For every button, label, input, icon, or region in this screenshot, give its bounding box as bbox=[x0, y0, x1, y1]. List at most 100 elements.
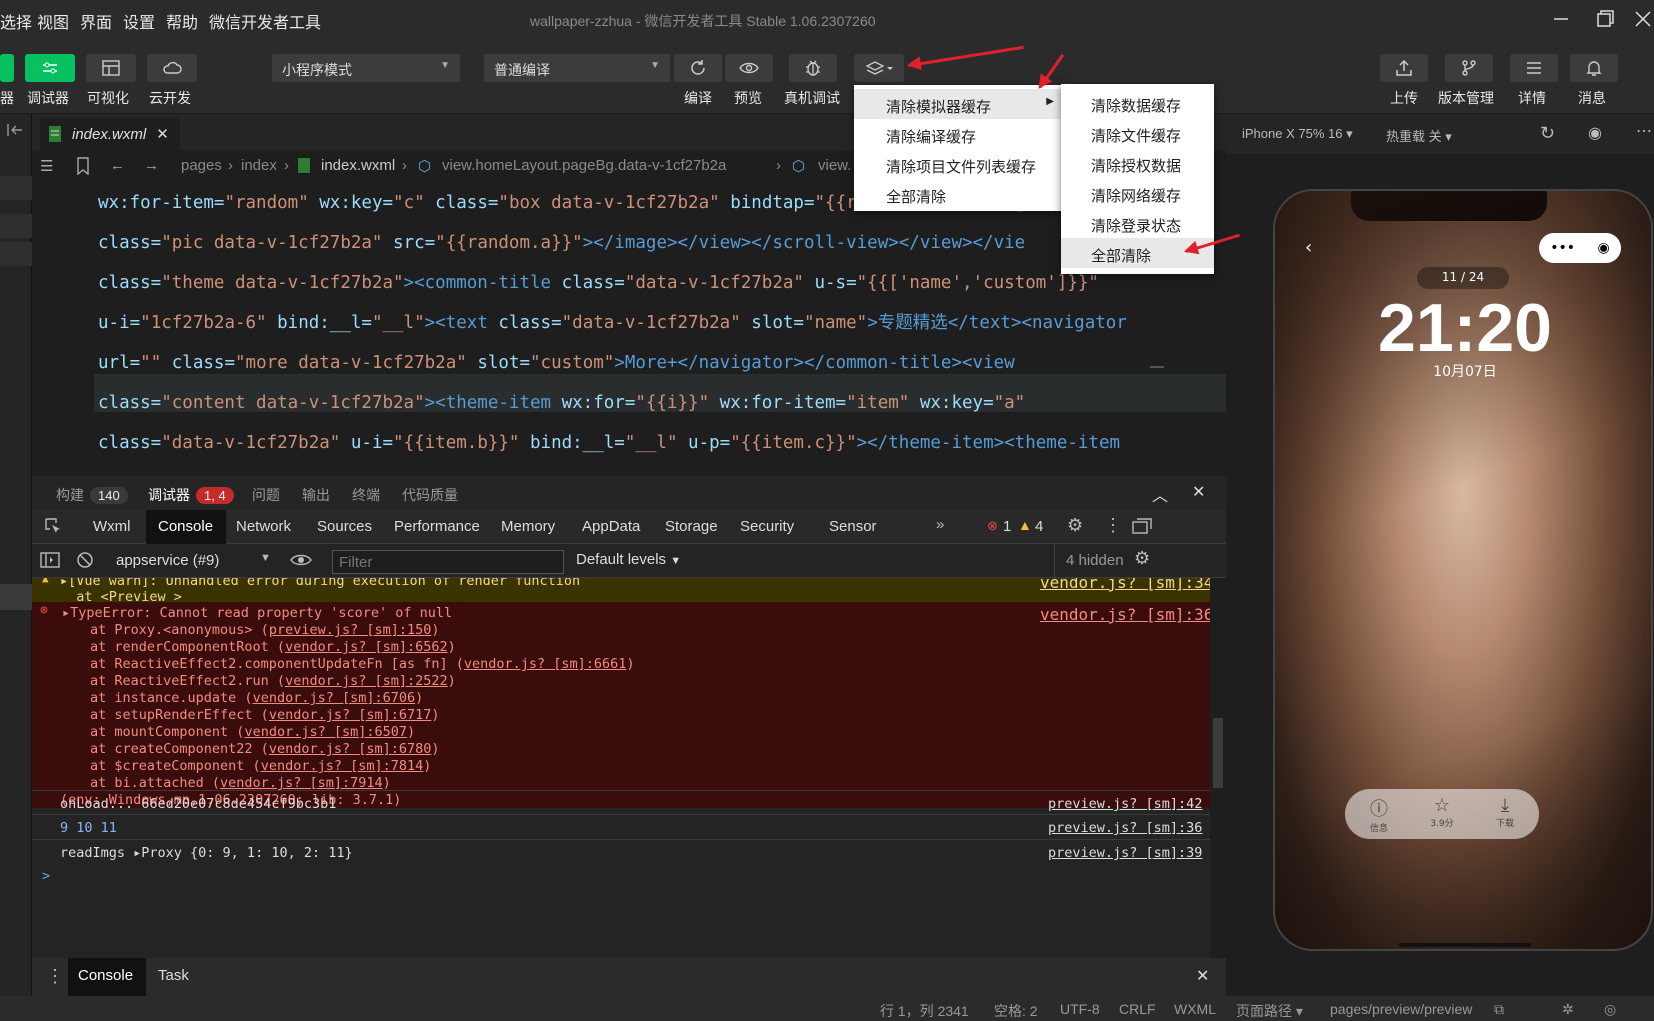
debugger-toggle-button[interactable] bbox=[25, 54, 75, 82]
inspect-icon[interactable] bbox=[44, 517, 62, 535]
console-prompt[interactable]: > bbox=[42, 868, 1220, 884]
submenu-clear-network-cache[interactable]: 清除网络缓存 bbox=[1061, 178, 1214, 208]
console-settings-gear-icon[interactable]: ⚙ bbox=[1134, 548, 1150, 569]
stop-icon[interactable]: ◉ bbox=[1588, 123, 1602, 143]
devtools-tab-sources[interactable]: Sources bbox=[317, 518, 372, 535]
log-levels-select[interactable]: Default levels ▼ bbox=[576, 551, 681, 568]
stack-source-link[interactable]: vendor.js? [sm]:6661 bbox=[464, 656, 627, 672]
warn-count[interactable]: 4 bbox=[1035, 518, 1043, 535]
close-tab-icon[interactable]: ✕ bbox=[156, 125, 169, 143]
language-mode[interactable]: WXML bbox=[1174, 1001, 1216, 1017]
activity-item[interactable] bbox=[0, 176, 32, 200]
submenu-clear-data-cache[interactable]: 清除数据缓存 bbox=[1061, 88, 1214, 118]
upload-button[interactable] bbox=[1380, 54, 1428, 82]
stack-source-link[interactable]: vendor.js? [sm]:7814 bbox=[261, 758, 424, 774]
context-select[interactable]: appservice (#9) bbox=[116, 552, 219, 569]
menu-clear-all[interactable]: 全部清除 bbox=[854, 179, 1062, 209]
menu-clear-simulator-cache[interactable]: 清除模拟器缓存 ▶ bbox=[854, 89, 1062, 119]
crumb-file[interactable]: index.wxml bbox=[321, 157, 395, 174]
activity-item[interactable] bbox=[0, 214, 32, 238]
menu-interface[interactable]: 界面 bbox=[80, 9, 112, 33]
bookmark-icon[interactable] bbox=[76, 157, 90, 175]
submenu-clear-auth-data[interactable]: 清除授权数据 bbox=[1061, 148, 1214, 178]
panel-tab[interactable]: 终端 bbox=[352, 485, 380, 505]
activity-item[interactable] bbox=[0, 584, 32, 610]
panel-tab[interactable]: 问题 bbox=[252, 485, 280, 505]
panel-tab[interactable]: 调试器 1, 4 bbox=[148, 485, 234, 505]
stack-source-link[interactable]: vendor.js? [sm]:6562 bbox=[285, 639, 448, 655]
devtools-tab-network[interactable]: Network bbox=[236, 518, 291, 535]
panel-tab[interactable]: 代码质量 bbox=[402, 485, 458, 505]
log-source-link[interactable]: preview.js? [sm]:39 bbox=[1048, 845, 1202, 861]
devtools-tab-memory[interactable]: Memory bbox=[501, 518, 555, 535]
undock-icon[interactable] bbox=[1132, 518, 1152, 534]
crumb-index[interactable]: index bbox=[241, 157, 277, 174]
download-action[interactable]: ⤓ 下载 bbox=[1485, 795, 1525, 829]
devtools-tab-console[interactable]: Console bbox=[158, 518, 213, 535]
devtools-tab-appdata[interactable]: AppData bbox=[582, 518, 640, 535]
back-icon[interactable]: ← bbox=[110, 157, 125, 174]
menu-clear-compile-cache[interactable]: 清除编译缓存 bbox=[854, 119, 1062, 149]
devtools-tab-storage[interactable]: Storage bbox=[665, 518, 718, 535]
submenu-clear-file-cache[interactable]: 清除文件缓存 bbox=[1061, 118, 1214, 148]
more-tabs-icon[interactable]: » bbox=[936, 516, 944, 533]
message-button[interactable] bbox=[1570, 54, 1618, 82]
submenu-clear-login-state[interactable]: 清除登录状态 bbox=[1061, 208, 1214, 238]
compile-mode-select[interactable]: 普通编译 ▼ bbox=[484, 54, 670, 82]
gear-icon[interactable]: ⚙ bbox=[1067, 515, 1083, 536]
menu-wechat-devtools[interactable]: 微信开发者工具 bbox=[209, 9, 321, 33]
crumb-element[interactable]: view. bbox=[818, 157, 851, 174]
reload-icon[interactable]: ↻ bbox=[1540, 123, 1555, 144]
collapse-panel-icon[interactable]: ︿ bbox=[1152, 482, 1168, 506]
encoding[interactable]: UTF-8 bbox=[1060, 1001, 1100, 1017]
close-window-button[interactable] bbox=[1632, 8, 1654, 30]
log-source-link[interactable]: preview.js? [sm]:36 bbox=[1048, 820, 1202, 836]
drawer-menu-icon[interactable]: ⋮ bbox=[46, 966, 64, 987]
copy-icon[interactable]: ⧉ bbox=[1494, 1001, 1504, 1018]
error-count[interactable]: 1 bbox=[1003, 518, 1011, 535]
close-circle-icon[interactable]: ◉ bbox=[1598, 240, 1610, 256]
phone-preview[interactable]: ‹ ••• ◉ 11 / 24 21:20 10月07日 ⓘ 信息 ☆ 3.9分 ⤓ 下… bbox=[1273, 189, 1653, 951]
version-button[interactable] bbox=[1445, 54, 1493, 82]
remote-debug-button[interactable] bbox=[789, 54, 837, 82]
crumb-element[interactable]: view.homeLayout.pageBg.data-v-1cf27b2a bbox=[442, 157, 726, 174]
minimize-button[interactable] bbox=[1550, 8, 1572, 30]
drawer-tab-task[interactable]: Task bbox=[158, 967, 189, 984]
score-action[interactable]: ☆ 3.9分 bbox=[1422, 795, 1462, 829]
indent-setting[interactable]: 空格: 2 bbox=[994, 1001, 1038, 1021]
device-select[interactable]: iPhone X 75% 16 ▾ bbox=[1242, 126, 1353, 142]
forward-icon[interactable]: → bbox=[144, 157, 159, 174]
devtools-tab-sensor[interactable]: Sensor bbox=[829, 518, 877, 535]
panel-tab[interactable]: 构建 140 bbox=[56, 485, 128, 505]
eye-icon[interactable] bbox=[290, 552, 312, 568]
stack-source-link[interactable]: vendor.js? [sm]:6717 bbox=[269, 707, 432, 723]
close-drawer-icon[interactable]: ✕ bbox=[1196, 966, 1209, 986]
eye-status-icon[interactable]: ◎ bbox=[1604, 1001, 1616, 1018]
collapse-sidebar-icon[interactable] bbox=[6, 122, 24, 138]
stack-source-link[interactable]: vendor.js? [sm]:6507 bbox=[244, 724, 407, 740]
warn-source-link[interactable]: vendor.js? [sm]:3474 bbox=[1040, 578, 1226, 592]
details-button[interactable] bbox=[1510, 54, 1558, 82]
compile-button[interactable] bbox=[674, 54, 722, 82]
clear-console-icon[interactable] bbox=[76, 551, 94, 569]
drawer-tab-console[interactable]: Console bbox=[68, 958, 146, 996]
scrollbar[interactable] bbox=[1210, 578, 1226, 958]
preview-button[interactable] bbox=[725, 54, 773, 82]
stack-source-link[interactable]: vendor.js? [sm]:6780 bbox=[269, 741, 432, 757]
menu-select[interactable]: 选择 bbox=[0, 9, 32, 33]
cloud-dev-button[interactable] bbox=[147, 54, 197, 82]
devtools-tab-wxml[interactable]: Wxml bbox=[93, 518, 131, 535]
list-icon[interactable]: ☰ bbox=[40, 157, 53, 175]
panel-tab[interactable]: 输出 bbox=[302, 485, 330, 505]
log-source-link[interactable]: preview.js? [sm]:42 bbox=[1048, 796, 1202, 812]
activity-item[interactable] bbox=[0, 242, 32, 266]
more-dots-icon[interactable]: ••• bbox=[1550, 240, 1575, 256]
editor-toggle-button[interactable] bbox=[0, 54, 14, 82]
menu-clear-file-list-cache[interactable]: 清除项目文件列表缓存 bbox=[854, 149, 1062, 179]
code-editor[interactable]: wx:for-item="random" wx:key="c" class="b… bbox=[32, 186, 1226, 471]
close-panel-icon[interactable]: ✕ bbox=[1192, 482, 1205, 502]
info-action[interactable]: ⓘ 信息 bbox=[1359, 795, 1399, 834]
menu-help[interactable]: 帮助 bbox=[166, 9, 198, 33]
devtools-tab-security[interactable]: Security bbox=[740, 518, 794, 535]
stack-source-link[interactable]: vendor.js? [sm]:6706 bbox=[253, 690, 416, 706]
